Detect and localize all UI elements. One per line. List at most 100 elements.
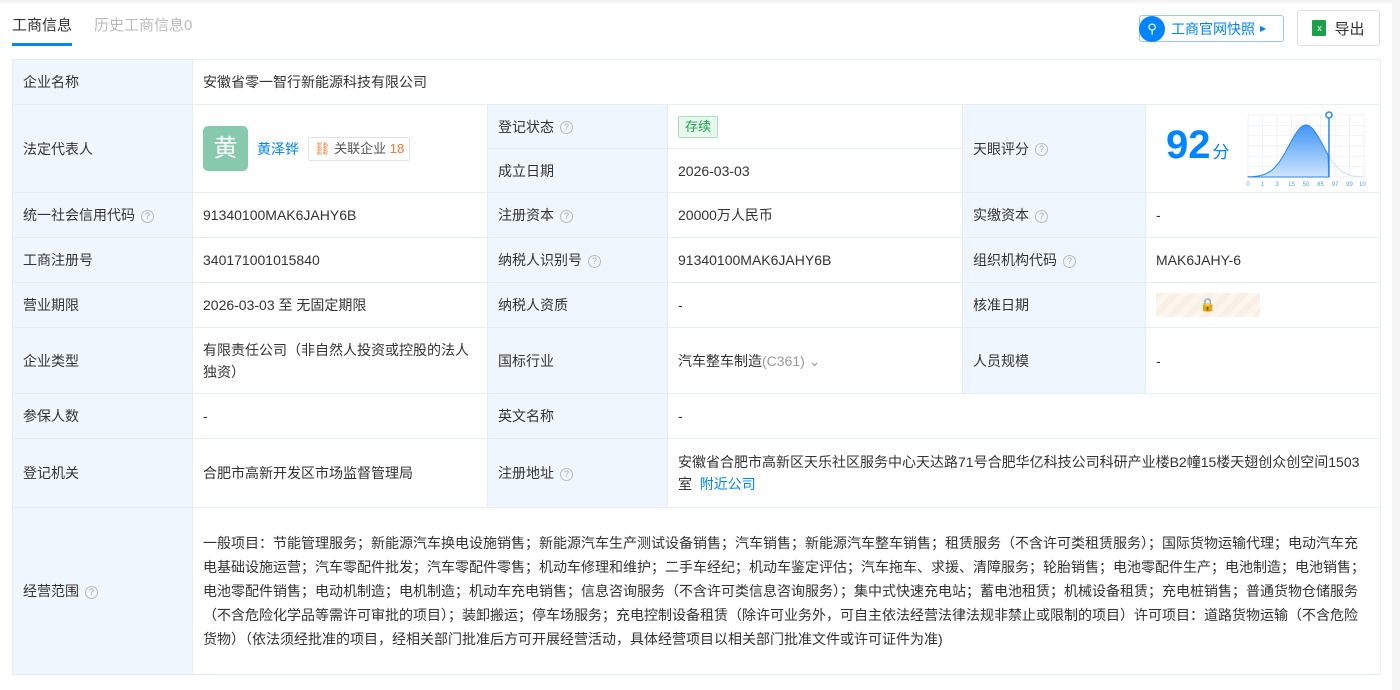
stamp-icon: ⚲ xyxy=(1139,15,1165,42)
score-tick-label: 3 xyxy=(1275,182,1279,187)
chevron-down-icon[interactable]: ⌄ xyxy=(809,353,821,369)
address-label-text: 注册地址 xyxy=(498,465,554,481)
industry-label: 国标行业 xyxy=(487,327,668,394)
help-icon[interactable]: ? xyxy=(560,121,573,135)
term-label: 营业期限 xyxy=(12,282,193,328)
official-snapshot-button[interactable]: ⚲ 工商官网快照 ▶ xyxy=(1139,15,1284,42)
reg-capital-label-text: 注册资本 xyxy=(498,207,554,223)
credit-code-value: 91340100MAK6JAHY6B xyxy=(192,192,488,238)
paid-capital-label-text: 实缴资本 xyxy=(973,207,1029,223)
score-tick-label: 15 xyxy=(1288,182,1295,187)
score-tick-label: 100 xyxy=(1358,182,1365,187)
export-button[interactable]: x 导出 xyxy=(1297,10,1380,46)
company-name-value: 安徽省零一智行新能源科技有限公司 xyxy=(192,59,1381,105)
score-tick-label: 97 xyxy=(1331,182,1338,187)
status-badge: 存续 xyxy=(678,116,719,138)
help-icon[interactable]: ? xyxy=(560,467,573,481)
lock-icon[interactable]: 🔒 xyxy=(1156,293,1260,317)
tianyan-score-cell: 92分 0 1 3 15 50 85 97 99 100 xyxy=(1145,104,1381,193)
reg-no-value: 340171001015840 xyxy=(192,237,488,283)
nearby-companies-link[interactable]: 附近公司 xyxy=(700,476,756,492)
est-date-value: 2026-03-03 xyxy=(667,148,963,193)
help-icon[interactable]: ? xyxy=(141,209,154,223)
tab-bar: 工商信息 历史工商信息0 xyxy=(12,14,192,46)
related-label: 关联企业 xyxy=(334,140,387,156)
reg-status-label: 登记状态? xyxy=(487,104,668,149)
company-name-label: 企业名称 xyxy=(12,59,193,105)
approve-date-cell: 🔒 xyxy=(1145,282,1381,328)
staff-value: - xyxy=(1145,327,1381,394)
scope-label-text: 经营范围 xyxy=(23,583,79,599)
help-icon[interactable]: ? xyxy=(85,585,98,599)
scope-value: 一般项目：节能管理服务；新能源汽车换电设施销售；新能源汽车生产测试设备销售；汽车… xyxy=(192,507,1381,675)
approve-date-label: 核准日期 xyxy=(962,282,1146,328)
company-type-label: 企业类型 xyxy=(12,327,193,394)
reg-status-cell: 存续 xyxy=(667,104,963,149)
score-distribution-chart: 0 1 3 15 50 85 97 99 100 xyxy=(1246,110,1366,187)
reg-capital-value: 20000万人民币 xyxy=(667,192,963,238)
excel-icon: x xyxy=(1312,20,1327,36)
taxpayer-id-label: 纳税人识别号? xyxy=(487,237,668,283)
org-code-value: MAK6JAHY-6 xyxy=(1145,237,1381,283)
tab-history-info[interactable]: 历史工商信息0 xyxy=(94,14,192,46)
top-divider xyxy=(0,0,1400,3)
authority-label: 登记机关 xyxy=(12,438,193,508)
insured-label: 参保人数 xyxy=(12,393,193,439)
help-icon[interactable]: ? xyxy=(1063,254,1076,268)
score-tick-label: 50 xyxy=(1302,182,1309,187)
help-icon[interactable]: ? xyxy=(560,209,573,223)
reg-capital-label: 注册资本? xyxy=(487,192,668,238)
network-icon: ⛓ xyxy=(314,140,331,156)
english-name-value: - xyxy=(667,393,1381,439)
legal-rep-name-link[interactable]: 黄泽铧 xyxy=(257,138,299,160)
tab-business-info[interactable]: 工商信息 xyxy=(12,14,73,46)
industry-code: (C361) xyxy=(762,352,805,369)
related-companies-button[interactable]: ⛓ 关联企业 18 xyxy=(308,136,411,161)
row-company-name: 企业名称 安徽省零一智行新能源科技有限公司 xyxy=(12,59,1381,105)
reg-no-label: 工商注册号 xyxy=(12,237,193,283)
legal-rep-cell: 黄 黄泽铧 ⛓ 关联企业 18 xyxy=(192,104,488,193)
tianyan-label: 天眼评分? xyxy=(962,104,1146,193)
tianyan-label-text: 天眼评分 xyxy=(973,140,1029,157)
help-icon[interactable]: ? xyxy=(1035,209,1048,223)
term-value: 2026-03-03 至 无固定期限 xyxy=(192,282,488,328)
staff-label: 人员规模 xyxy=(962,327,1146,394)
credit-code-label-text: 统一社会信用代码 xyxy=(23,207,135,223)
taxpayer-qual-label: 纳税人资质 xyxy=(487,282,668,328)
help-icon[interactable]: ? xyxy=(1035,143,1048,157)
business-info-table: 企业名称 安徽省零一智行新能源科技有限公司 法定代表人 黄 黄泽铧 ⛓ 关联企业… xyxy=(12,59,1381,675)
reg-status-label-text: 登记状态 xyxy=(498,118,554,135)
score-area xyxy=(1247,123,1329,177)
org-code-label-text: 组织机构代码 xyxy=(973,252,1057,268)
company-type-value: 有限责任公司（非自然人投资或控股的法人独资） xyxy=(192,327,488,394)
credit-code-label: 统一社会信用代码? xyxy=(12,192,193,238)
scrollbar[interactable] xyxy=(1392,0,1400,690)
paid-capital-value: - xyxy=(1145,192,1381,238)
address-value: 安徽省合肥市高新区天乐社区服务中心天达路71号合肥华亿科技公司科研产业楼B2幢1… xyxy=(678,454,1360,492)
avatar: 黄 xyxy=(203,126,248,171)
insured-value: - xyxy=(192,393,488,439)
help-icon[interactable]: ? xyxy=(588,254,601,268)
score-tick-label: 85 xyxy=(1317,182,1324,187)
score-tick-label: 0 xyxy=(1246,182,1250,187)
industry-value: 汽车整车制造 xyxy=(678,352,762,369)
scope-label: 经营范围? xyxy=(12,507,193,675)
export-label: 导出 xyxy=(1334,20,1365,38)
taxpayer-id-label-text: 纳税人识别号 xyxy=(498,252,582,268)
industry-cell[interactable]: 汽车整车制造(C361) ⌄ xyxy=(667,327,963,394)
score-value: 92 xyxy=(1166,122,1211,167)
authority-value: 合肥市高新开发区市场监督管理局 xyxy=(192,438,488,508)
snapshot-label: 工商官网快照 xyxy=(1171,20,1255,37)
score-tick-label: 1 xyxy=(1260,182,1264,187)
org-code-label: 组织机构代码? xyxy=(962,237,1146,283)
score-unit: 分 xyxy=(1212,142,1230,162)
taxpayer-id-value: 91340100MAK6JAHY6B xyxy=(667,237,963,283)
legal-rep-label: 法定代表人 xyxy=(12,104,193,193)
caret-right-icon: ▶ xyxy=(1260,24,1267,33)
score-tick-label: 99 xyxy=(1346,182,1353,187)
taxpayer-qual-value: - xyxy=(667,282,963,328)
address-cell: 安徽省合肥市高新区天乐社区服务中心天达路71号合肥华亿科技公司科研产业楼B2幢1… xyxy=(667,438,1381,508)
est-date-label: 成立日期 xyxy=(487,148,668,193)
english-name-label: 英文名称 xyxy=(487,393,668,439)
paid-capital-label: 实缴资本? xyxy=(962,192,1146,238)
